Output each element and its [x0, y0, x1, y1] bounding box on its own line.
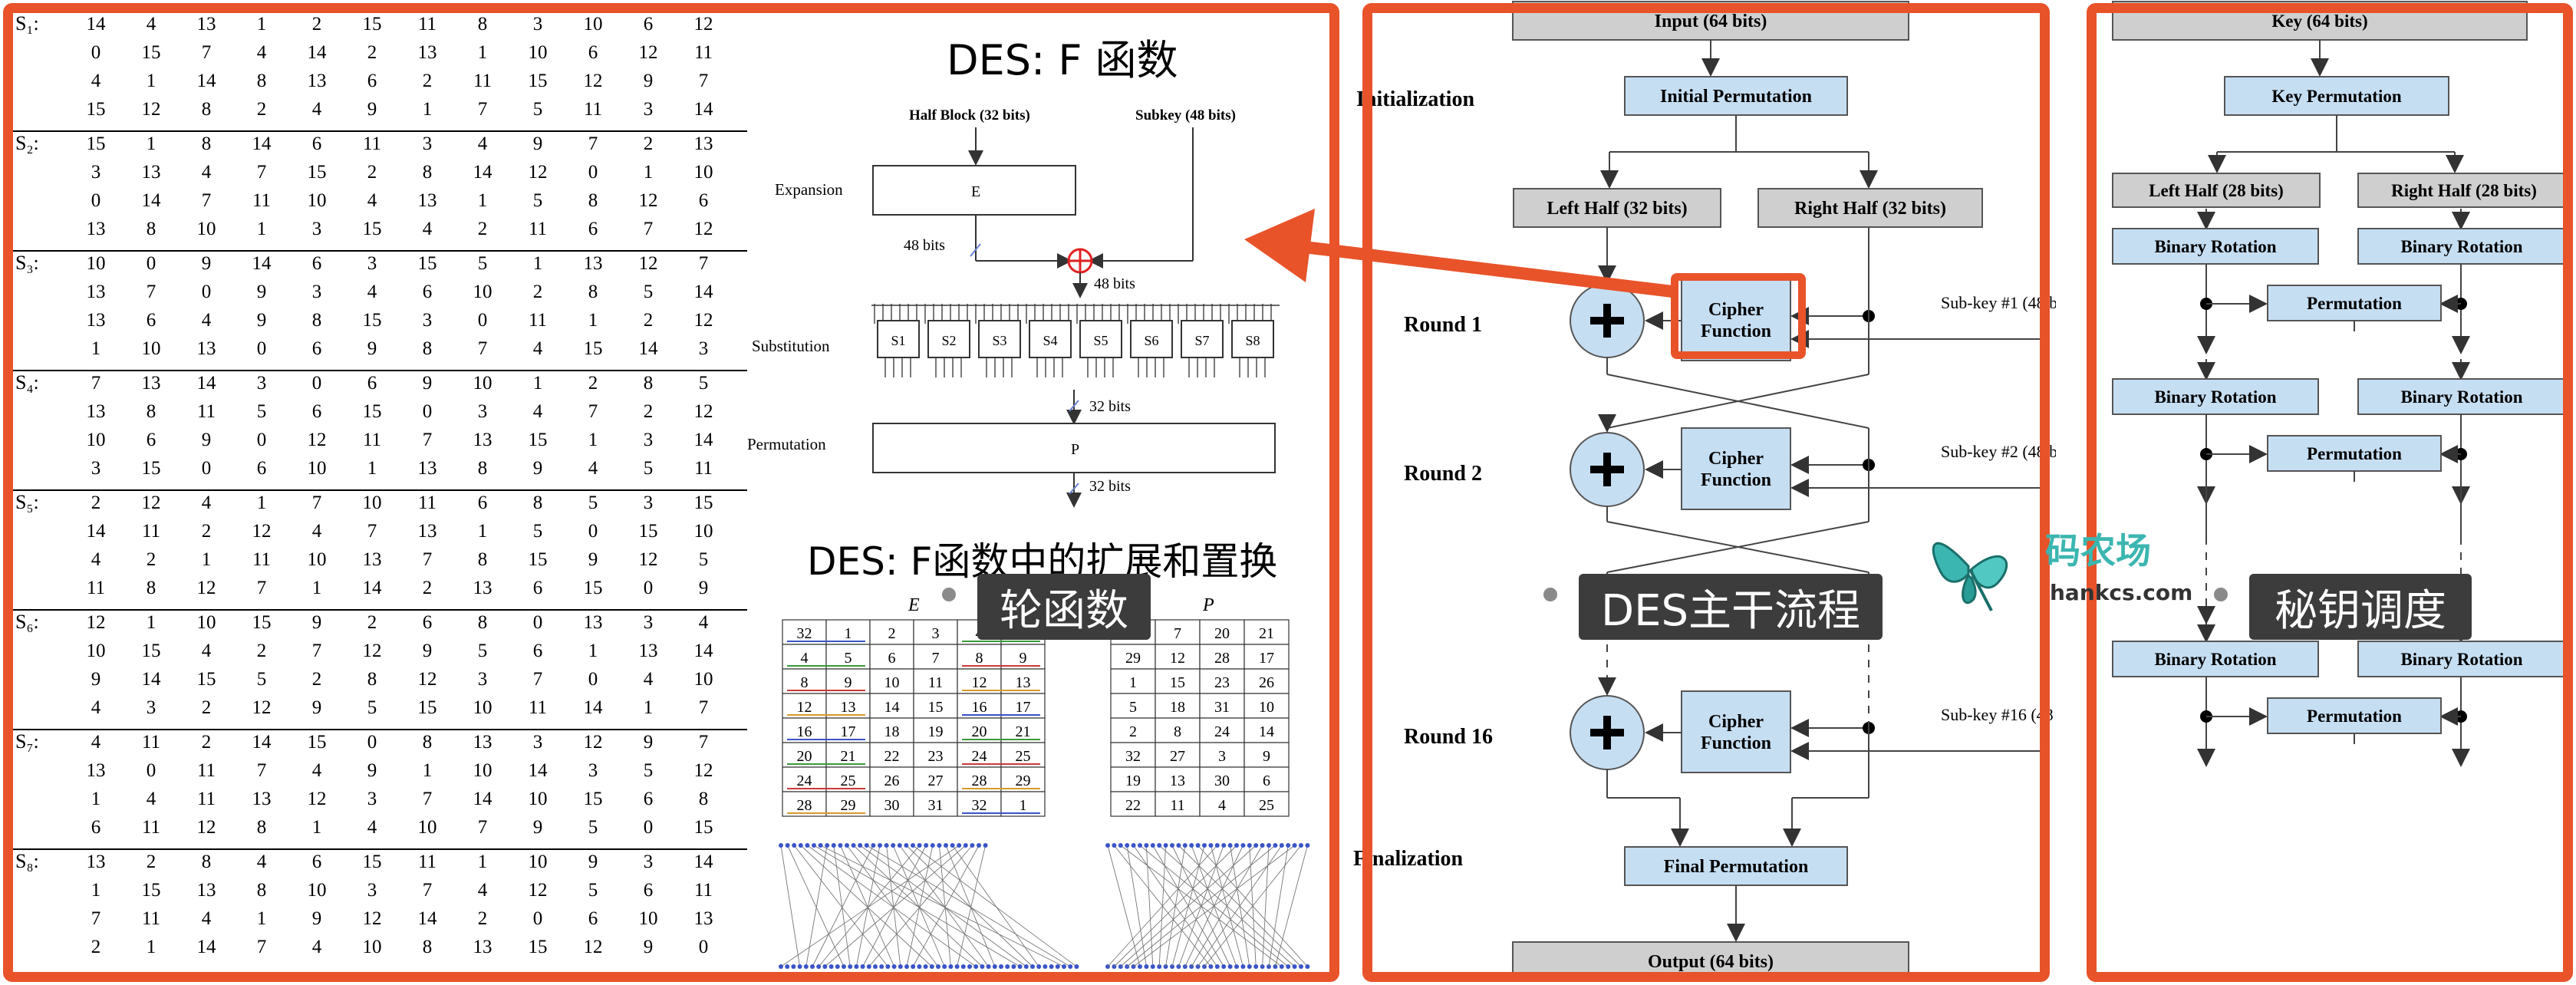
callout-dot-keysched [2214, 588, 2228, 601]
callout-round-function: 轮函数 [977, 574, 1151, 640]
callout-des-trunk: DES主干流程 [1579, 574, 1883, 640]
cipher-function-highlight [1671, 273, 1806, 359]
main-flow-frame [1362, 3, 2050, 982]
callout-dot-trunk [1543, 588, 1557, 601]
keysched-frame [2087, 3, 2573, 982]
callout-key-schedule: 秘钥调度 [2249, 574, 2472, 640]
watermark-url: hankcs.com [2050, 580, 2193, 605]
watermark-text: 码农场 [2045, 530, 2151, 572]
left-panel-frame [3, 3, 1339, 982]
butterfly-logo-icon [1932, 542, 2008, 611]
pointer-arrow [1244, 209, 1678, 298]
callout-dot-round-fn [942, 588, 956, 601]
